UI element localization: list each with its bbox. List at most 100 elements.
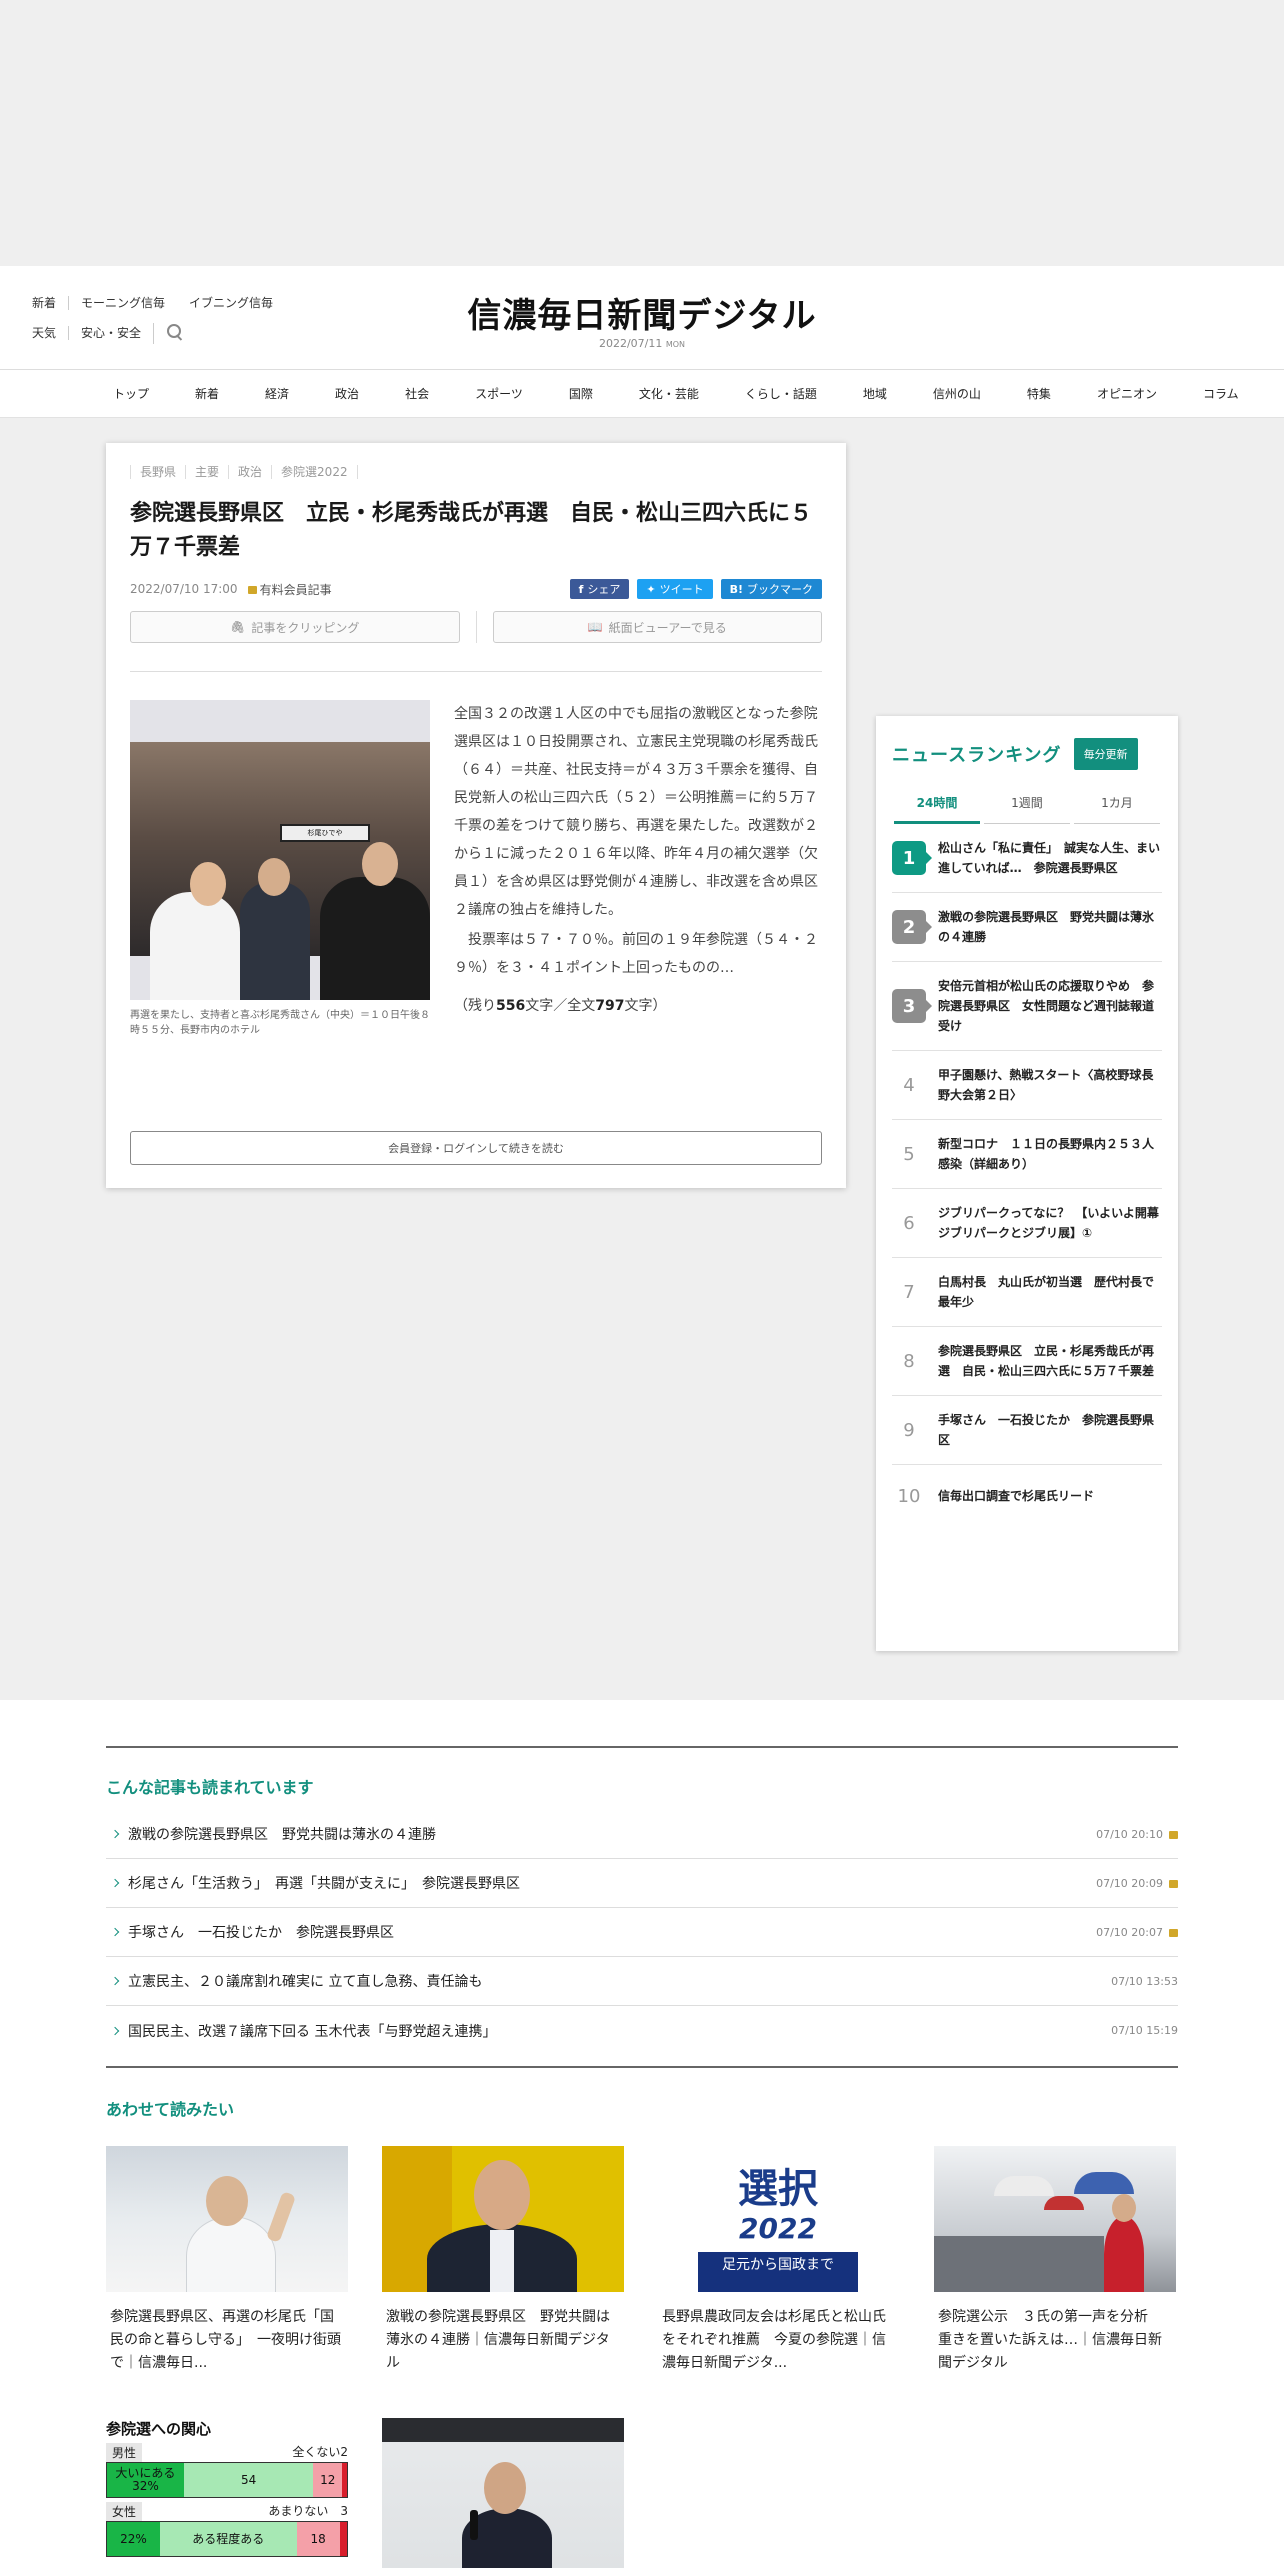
breadcrumb-politics[interactable]: 政治	[228, 465, 271, 479]
tab-1week[interactable]: 1週間	[984, 784, 1070, 824]
header-date: 2022/07/11 MON	[542, 337, 742, 350]
related-item-title: 国民民主、改選７議席下回る 玉木代表「与野党超え連携」	[128, 2023, 497, 2040]
rank-title: 甲子園懸け、熱戦スタート〈高校野球長野大会第２日〉	[938, 1068, 1154, 1102]
nav-region[interactable]: 地域	[840, 385, 910, 402]
also-read-card-5-image[interactable]	[382, 2418, 624, 2568]
photo-caption: 再選を果たし、支持者と喜ぶ杉尾秀哉さん（中央）＝１０日午後８時５５分、長野市内の…	[130, 1010, 430, 1036]
related-item-title: 立憲民主、２０議席割れ確実に 立て直し急務、責任論も	[128, 1974, 483, 1990]
photo-scene: 杉尾ひでや	[130, 742, 430, 1000]
card-title: 参院選長野県区、再選の杉尾氏「国民の命と暮らし守る」 一夜明け街頭で｜信濃毎日.…	[110, 2309, 341, 2371]
nav-new[interactable]: 新着	[172, 385, 242, 402]
site-header: 新着 モーニング信毎 イブニング信毎 天気 安心・安全 信濃毎日新聞デジタル 2…	[0, 266, 1284, 370]
also-read-card[interactable]: 激戦の参院選長野県区 野党共闘は薄氷の４連勝｜信濃毎日新聞デジタル	[382, 2146, 624, 2375]
rank-title: 安倍元首相が松山氏の応援取りやめ 参院選長野県区 女性問題など週刊誌報道受け	[938, 979, 1155, 1033]
card-person-arm	[265, 2191, 297, 2243]
also-read-card[interactable]: 参院選長野県区、再選の杉尾氏「国民の命と暮らし守る」 一夜明け街頭で｜信濃毎日.…	[106, 2146, 348, 2375]
rank-title: 信毎出口調査で杉尾氏リード	[938, 1489, 1095, 1503]
related-date-text: 07/10 15:19	[1111, 2024, 1178, 2037]
rank-number: 10	[897, 1485, 921, 1507]
also-read-card[interactable]: 選択 2022 足元から国政まで 長野県農政同友会は杉尾氏と松山氏をそれぞれ推薦…	[658, 2146, 900, 2375]
card3-year: 2022	[739, 2212, 817, 2245]
rank-number: 8	[903, 1350, 915, 1372]
header-link-evening[interactable]: イブニング信毎	[177, 296, 285, 310]
card-person-body	[1104, 2216, 1144, 2292]
book-icon: 📖	[587, 620, 603, 634]
ranking-item-2[interactable]: 2 激戦の参院選長野県区 野党共闘は薄氷の４連勝	[892, 893, 1162, 962]
poll-row1-bar: 大いにある 32% 54 12	[106, 2462, 348, 2498]
paper-viewer-button[interactable]: 📖 紙面ビューアーで見る	[492, 611, 822, 643]
hatena-bookmark-button[interactable]: B! ブックマーク	[720, 579, 822, 599]
header-link-morning[interactable]: モーニング信毎	[68, 296, 177, 310]
breadcrumb-main[interactable]: 主要	[185, 465, 228, 479]
nav-culture[interactable]: 文化・芸能	[616, 385, 722, 402]
rank-number: 7	[903, 1281, 915, 1303]
related-item-date: 07/10 13:53	[1111, 1975, 1178, 1988]
related-item[interactable]: 立憲民主、２０議席割れ確実に 立て直し急務、責任論も 07/10 13:53	[106, 1957, 1178, 2006]
login-to-read-button[interactable]: 会員登録・ログインして続きを読む	[130, 1131, 822, 1165]
related-section: こんな記事も読まれています 激戦の参院選長野県区 野党共闘は薄氷の４連勝 07/…	[0, 1700, 1284, 2568]
tab-24h[interactable]: 24時間	[894, 784, 980, 824]
remaining-chars: （残り556文字／全文797文字）	[454, 992, 822, 1020]
also-read-card[interactable]: 参院選公示 ３氏の第一声を分析 重きを置いた訴えは…｜信濃毎日新聞デジタル	[934, 2146, 1176, 2375]
nav-column[interactable]: コラム	[1180, 385, 1262, 402]
article-photo[interactable]: 杉尾ひでや	[130, 700, 430, 1000]
twitter-share-button[interactable]: ✦ ツイート	[637, 579, 713, 599]
tab-1month[interactable]: 1カ月	[1074, 784, 1160, 824]
article-divider	[130, 671, 822, 672]
card-person-body	[186, 2216, 276, 2292]
breadcrumb-nagano[interactable]: 長野県	[130, 465, 185, 479]
ranking-item-5[interactable]: 5 新型コロナ １１日の長野県内２５３人感染（詳細あり）	[892, 1120, 1162, 1189]
poll-row2-labels: 女性 あまりない 3	[106, 2502, 348, 2521]
ranking-item-1[interactable]: 1 松山さん「私に責任」 誠実な人生、まい進していれば… 参院選長野県区	[892, 824, 1162, 893]
poll-row1-label: 男性	[106, 2443, 143, 2462]
site-logo[interactable]: 信濃毎日新聞デジタル	[462, 288, 822, 337]
ranking-item-9[interactable]: 9 手塚さん 一石投じたか 参院選長野県区	[892, 1396, 1162, 1465]
ranking-item-3[interactable]: 3 安倍元首相が松山氏の応援取りやめ 参院選長野県区 女性問題など週刊誌報道受け	[892, 962, 1162, 1051]
nav-society[interactable]: 社会	[382, 385, 452, 402]
members-badge: 有料会員記事	[247, 581, 332, 598]
related-item[interactable]: 激戦の参院選長野県区 野党共闘は薄氷の４連勝 07/10 20:10	[106, 1810, 1178, 1859]
related-item[interactable]: 手塚さん 一石投じたか 参院選長野県区 07/10 20:07	[106, 1908, 1178, 1957]
ad-space	[0, 0, 1284, 266]
related-date-text: 07/10 20:10	[1096, 1827, 1163, 1841]
lock-icon	[1169, 1929, 1178, 1937]
chevron-right-icon	[110, 2026, 120, 2035]
nav-economy[interactable]: 経済	[242, 385, 312, 402]
nav-mountains[interactable]: 信州の山	[910, 385, 1004, 402]
chevron-right-icon	[110, 1927, 120, 1937]
clip-article-button[interactable]: 🖇 記事をクリッピング	[130, 611, 460, 643]
header-link-weather[interactable]: 天気	[30, 326, 68, 340]
header-link-safety[interactable]: 安心・安全	[68, 326, 153, 340]
header-links: 新着 モーニング信毎 イブニング信毎 天気 安心・安全	[30, 288, 285, 348]
ranking-item-8[interactable]: 8 参院選長野県区 立民・杉尾秀哉氏が再選 自民・松山三四六氏に５万７千票差	[892, 1327, 1162, 1396]
ranking-item-10[interactable]: 10 信毎出口調査で杉尾氏リード	[892, 1465, 1162, 1527]
header-link-new[interactable]: 新着	[30, 296, 68, 310]
poll-seg	[339, 2522, 347, 2556]
nav-life[interactable]: くらし・話題	[722, 385, 840, 402]
rank-number: 1	[892, 841, 932, 875]
related-item-title: 杉尾さん「生活救う」 再選「共闘が支えに」 参院選長野県区	[128, 1876, 520, 1892]
poll-row2-label: 女性	[106, 2502, 143, 2521]
article-paragraph-2: 投票率は５７・７０％。前回の１９年参院選（５４・２９％）を３・４１ポイント上回っ…	[454, 932, 818, 976]
nav-top[interactable]: トップ	[90, 385, 172, 402]
nav-politics[interactable]: 政治	[312, 385, 382, 402]
related-item[interactable]: 国民民主、改選７議席下回る 玉木代表「与野党超え連携」 07/10 15:19	[106, 2006, 1178, 2055]
poll-seg: 12	[313, 2463, 343, 2497]
nav-sports[interactable]: スポーツ	[452, 385, 546, 402]
related-date-text: 07/10 13:53	[1111, 1974, 1178, 1988]
nav-feature[interactable]: 特集	[1004, 385, 1074, 402]
related-item[interactable]: 杉尾さん「生活救う」 再選「共闘が支えに」 参院選長野県区 07/10 20:0…	[106, 1859, 1178, 1908]
ranking-item-6[interactable]: 6 ジブリパークってなに？ 【いよいよ開幕ジブリパークとジブリ展】①	[892, 1189, 1162, 1258]
ranking-item-7[interactable]: 7 白馬村長 丸山氏が初当選 歴代村長で最年少	[892, 1258, 1162, 1327]
poll-seg: ある程度ある	[159, 2522, 297, 2556]
card-umbrella	[994, 2176, 1054, 2196]
ranking-item-4[interactable]: 4 甲子園懸け、熱戦スタート〈高校野球長野大会第２日〉	[892, 1051, 1162, 1120]
search-icon[interactable]	[166, 323, 184, 341]
nav-opinion[interactable]: オピニオン	[1074, 385, 1180, 402]
rank-title: 新型コロナ １１日の長野県内２５３人感染（詳細あり）	[938, 1137, 1155, 1171]
nav-international[interactable]: 国際	[546, 385, 616, 402]
facebook-share-button[interactable]: f シェア	[569, 579, 630, 599]
interest-poll-card[interactable]: 参院選への関心 男性 全くない2 大いにある 32% 54 12 女性 あまりな…	[106, 2418, 348, 2568]
facebook-icon: f	[578, 582, 584, 596]
breadcrumb-election[interactable]: 参院選2022	[271, 465, 358, 479]
